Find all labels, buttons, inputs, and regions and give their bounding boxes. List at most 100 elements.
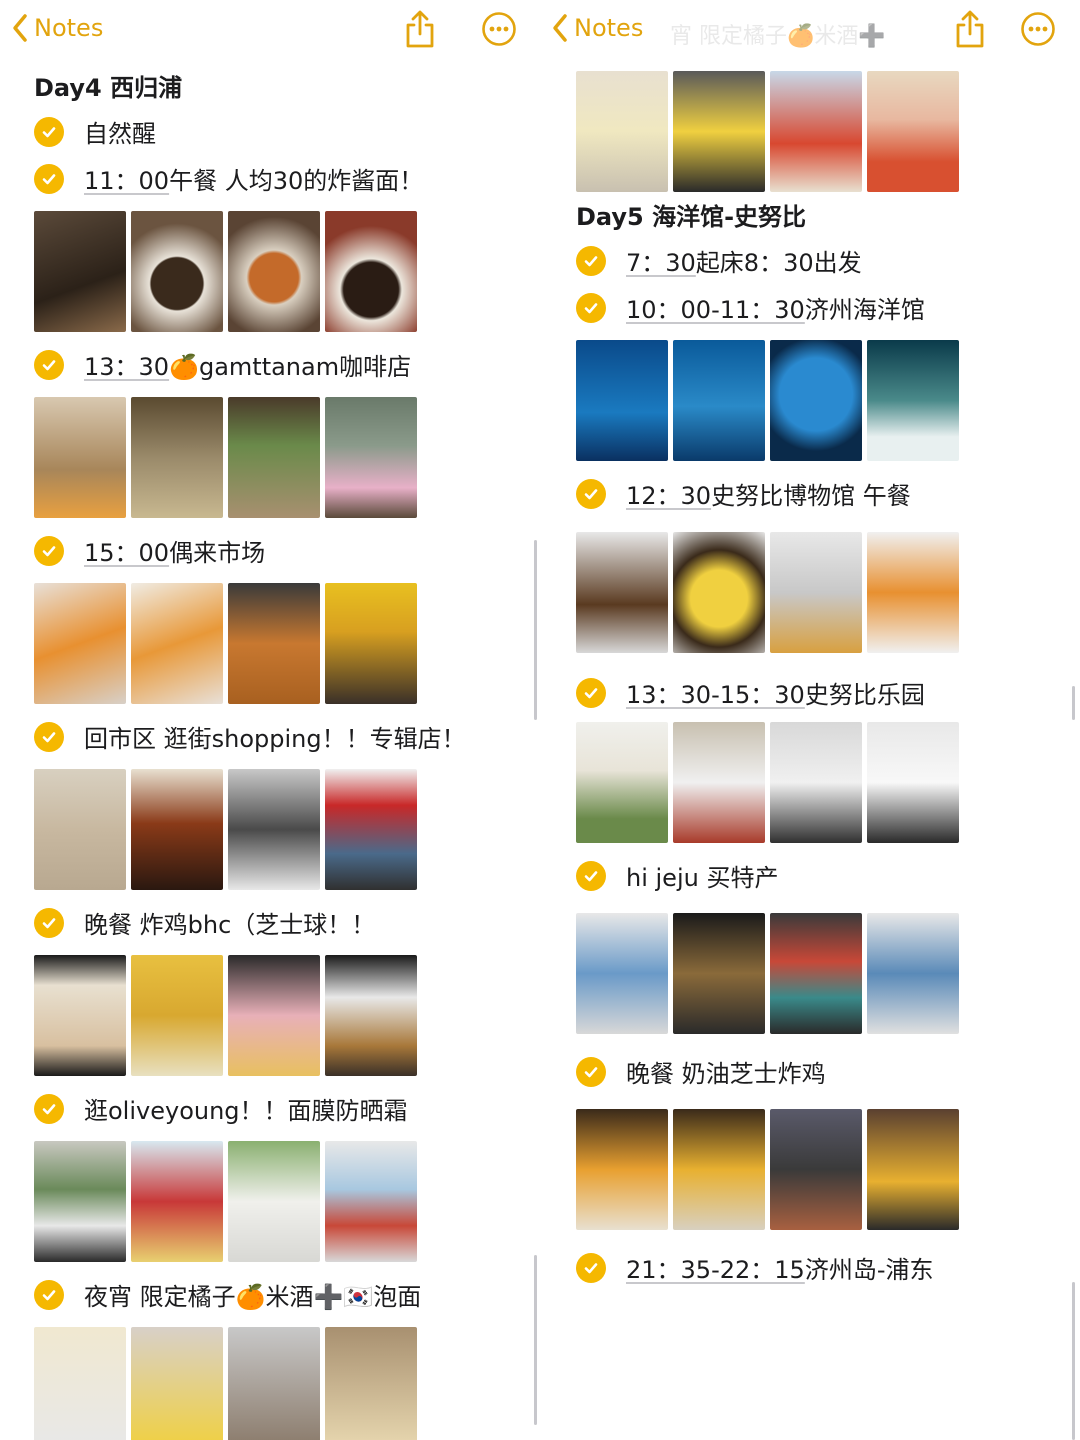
checklist-item[interactable]: 13：30-15：30 史努比乐园: [576, 669, 1060, 716]
photo-lunch[interactable]: [867, 532, 959, 653]
item-time[interactable]: 11：00: [84, 161, 169, 196]
photo-oliveyoung[interactable]: [228, 1141, 320, 1262]
photo-dinner[interactable]: [770, 1109, 862, 1230]
checkmark-circle-icon[interactable]: [34, 721, 64, 752]
photo-aquarium[interactable]: [673, 340, 765, 461]
photo-aquarium[interactable]: [867, 340, 959, 461]
photo-shopping[interactable]: [34, 769, 126, 890]
scrollbar[interactable]: [1072, 1282, 1075, 1440]
photo-snack[interactable]: [576, 71, 668, 192]
photo-snack[interactable]: [867, 71, 959, 192]
photo-market[interactable]: [131, 583, 223, 704]
photo-market[interactable]: [228, 583, 320, 704]
photo-market[interactable]: [34, 583, 126, 704]
checkmark-circle-icon[interactable]: [34, 349, 64, 380]
checkmark-circle-icon[interactable]: [34, 535, 64, 566]
checkmark-circle-icon[interactable]: [34, 1093, 64, 1124]
photo-market[interactable]: [325, 583, 417, 704]
ellipsis-circle-icon[interactable]: [481, 11, 517, 47]
checkmark-circle-icon[interactable]: [576, 478, 606, 509]
photo-dinner[interactable]: [867, 1109, 959, 1230]
photo-hijeju[interactable]: [673, 913, 765, 1034]
photo-oliveyoung[interactable]: [131, 1141, 223, 1262]
photo-aquarium[interactable]: [576, 340, 668, 461]
photo-snack[interactable]: [34, 1327, 126, 1440]
photo-lunch[interactable]: [770, 532, 862, 653]
photo-cafe[interactable]: [325, 397, 417, 518]
photo-lunch[interactable]: [576, 532, 668, 653]
checklist-item[interactable]: 10：00-11：30 济州海洋馆: [576, 284, 1060, 331]
item-time[interactable]: 13：30-15：30: [626, 675, 805, 710]
back-button[interactable]: Notes: [550, 12, 643, 44]
item-time[interactable]: 12：30: [626, 476, 711, 511]
share-icon[interactable]: [952, 8, 988, 50]
item-time[interactable]: 15：00: [84, 533, 169, 568]
checklist-item[interactable]: 13：30 🍊gamttanam咖啡店: [34, 341, 520, 388]
item-time[interactable]: 13：30: [84, 347, 169, 382]
photo-hijeju[interactable]: [770, 913, 862, 1034]
photo-snack[interactable]: [131, 1327, 223, 1440]
checkmark-circle-icon[interactable]: [576, 1252, 606, 1283]
checkmark-circle-icon[interactable]: [34, 116, 64, 147]
checklist-item[interactable]: 11：00 午餐 人均30的炸酱面！: [34, 155, 520, 202]
item-time[interactable]: 21：35-22：15: [626, 1250, 805, 1285]
photo-noodles[interactable]: [34, 211, 126, 332]
photo-snoopy[interactable]: [770, 722, 862, 843]
photo-cafe[interactable]: [228, 397, 320, 518]
share-icon[interactable]: [402, 8, 438, 50]
photo-hijeju[interactable]: [867, 913, 959, 1034]
checklist-item[interactable]: 7：30 起床8：30出发: [576, 237, 1060, 284]
checkmark-circle-icon[interactable]: [576, 860, 606, 891]
item-time[interactable]: 7：30: [626, 243, 696, 278]
photo-cafe[interactable]: [131, 397, 223, 518]
photo-lunch[interactable]: [673, 532, 765, 653]
checkmark-circle-icon[interactable]: [576, 1056, 606, 1087]
checklist-item[interactable]: 15：00 偶来市场: [34, 527, 520, 574]
checkmark-circle-icon[interactable]: [34, 907, 64, 938]
photo-oliveyoung[interactable]: [34, 1141, 126, 1262]
checklist-item[interactable]: hi jeju 买特产: [576, 852, 1060, 899]
photo-chicken[interactable]: [131, 955, 223, 1076]
photo-snack[interactable]: [770, 71, 862, 192]
photo-oliveyoung[interactable]: [325, 1141, 417, 1262]
photo-shopping[interactable]: [131, 769, 223, 890]
back-button[interactable]: Notes: [10, 12, 103, 44]
checklist-item[interactable]: 21：35-22：15 济州岛-浦东: [576, 1244, 1060, 1291]
photo-noodles[interactable]: [131, 211, 223, 332]
photo-shopping[interactable]: [325, 769, 417, 890]
checklist-item[interactable]: 12：30 史努比博物馆 午餐: [576, 470, 1060, 517]
photo-noodles[interactable]: [228, 211, 320, 332]
photo-snack[interactable]: [228, 1327, 320, 1440]
ellipsis-circle-icon[interactable]: [1020, 11, 1056, 47]
checkmark-circle-icon[interactable]: [576, 677, 606, 708]
checklist-item[interactable]: 晚餐 奶油芝士炸鸡: [576, 1048, 1060, 1095]
photo-cafe[interactable]: [34, 397, 126, 518]
photo-snoopy[interactable]: [673, 722, 765, 843]
checkmark-circle-icon[interactable]: [576, 292, 606, 323]
checkmark-circle-icon[interactable]: [576, 245, 606, 276]
checklist-item[interactable]: 晚餐 炸鸡bhc（芝士球！！: [34, 899, 520, 946]
photo-chicken[interactable]: [34, 955, 126, 1076]
checklist-item[interactable]: 夜宵 限定橘子🍊米酒➕🇰🇷泡面: [34, 1271, 520, 1318]
photo-snoopy[interactable]: [867, 722, 959, 843]
scrollbar[interactable]: [534, 540, 537, 720]
photo-chicken[interactable]: [228, 955, 320, 1076]
scrollbar[interactable]: [1072, 686, 1075, 720]
photo-snoopy[interactable]: [576, 722, 668, 843]
photo-chicken[interactable]: [325, 955, 417, 1076]
photo-aquarium[interactable]: [770, 340, 862, 461]
photo-dinner[interactable]: [576, 1109, 668, 1230]
checklist-item[interactable]: 逛oliveyoung！！面膜防晒霜: [34, 1085, 520, 1132]
photo-snack[interactable]: [673, 71, 765, 192]
checkmark-circle-icon[interactable]: [34, 1279, 64, 1310]
item-time[interactable]: 10：00-11：30: [626, 290, 805, 325]
checkmark-circle-icon[interactable]: [34, 163, 64, 194]
photo-snack[interactable]: [325, 1327, 417, 1440]
photo-noodles[interactable]: [325, 211, 417, 332]
photo-dinner[interactable]: [673, 1109, 765, 1230]
photo-shopping[interactable]: [228, 769, 320, 890]
checklist-item[interactable]: 回市区 逛街shopping！！专辑店！: [34, 713, 520, 760]
checklist-item[interactable]: 自然醒: [34, 108, 520, 155]
scrollbar[interactable]: [534, 1255, 537, 1425]
photo-hijeju[interactable]: [576, 913, 668, 1034]
